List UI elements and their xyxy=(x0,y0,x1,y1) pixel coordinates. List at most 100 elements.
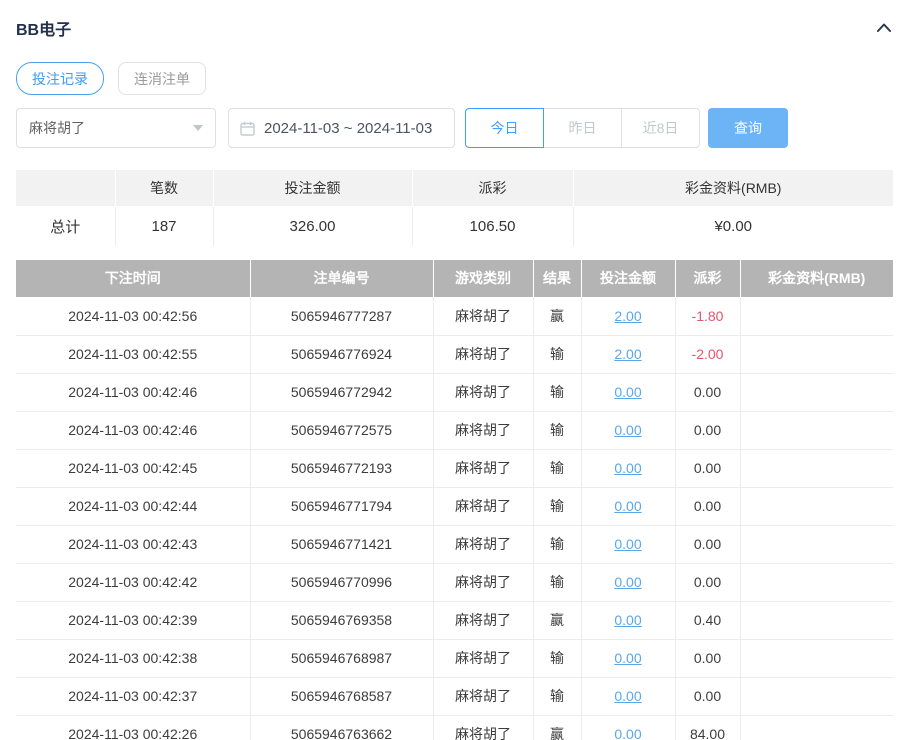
payout-cell: 0.00 xyxy=(675,563,740,601)
game-type: 麻将胡了 xyxy=(433,297,533,335)
bet-time: 2024-11-03 00:42:45 xyxy=(16,449,250,487)
jackpot-cell xyxy=(740,373,893,411)
bet-amount-link[interactable]: 0.00 xyxy=(614,650,641,666)
result: 输 xyxy=(533,449,581,487)
header-jackpot: 彩金资料(RMB) xyxy=(740,260,893,297)
result: 输 xyxy=(533,487,581,525)
bet-amount-cell: 0.00 xyxy=(581,715,675,740)
table-row: 2024-11-03 00:42:44 5065946771794 麻将胡了 输… xyxy=(16,487,893,525)
records-table: 下注时间 注单编号 游戏类别 结果 投注金额 派彩 彩金资料(RMB) 2024… xyxy=(16,260,893,740)
bet-amount-link[interactable]: 2.00 xyxy=(614,308,641,324)
bet-amount-cell: 0.00 xyxy=(581,525,675,563)
summary-total-payout: 106.50 xyxy=(412,206,573,246)
bet-amount-link[interactable]: 0.00 xyxy=(614,688,641,704)
bet-amount-link[interactable]: 0.00 xyxy=(614,536,641,552)
bet-amount-cell: 0.00 xyxy=(581,601,675,639)
payout-cell: 0.00 xyxy=(675,487,740,525)
result: 输 xyxy=(533,677,581,715)
payout-cell: -2.00 xyxy=(675,335,740,373)
panel-header: BB电子 xyxy=(16,16,893,40)
jackpot-cell xyxy=(740,525,893,563)
betting-records-panel: BB电子 投注记录 连消注单 麻将胡了 2024-11-03 ~ 2024-11… xyxy=(0,0,909,740)
table-row: 2024-11-03 00:42:56 5065946777287 麻将胡了 赢… xyxy=(16,297,893,335)
payout-cell: 0.40 xyxy=(675,601,740,639)
game-type: 麻将胡了 xyxy=(433,563,533,601)
tab-bet-records[interactable]: 投注记录 xyxy=(16,62,104,95)
record-tabs: 投注记录 连消注单 xyxy=(16,62,893,95)
payout-cell: 0.00 xyxy=(675,449,740,487)
last-8-days-button[interactable]: 近8日 xyxy=(621,108,700,148)
table-row: 2024-11-03 00:42:55 5065946776924 麻将胡了 输… xyxy=(16,335,893,373)
yesterday-button[interactable]: 昨日 xyxy=(543,108,622,148)
bet-amount-link[interactable]: 2.00 xyxy=(614,346,641,362)
bet-id: 5065946777287 xyxy=(250,297,433,335)
bet-amount-cell: 0.00 xyxy=(581,411,675,449)
bet-amount-cell: 2.00 xyxy=(581,297,675,335)
jackpot-cell xyxy=(740,563,893,601)
summary-total-bet-amount: 326.00 xyxy=(213,206,412,246)
bet-amount-link[interactable]: 0.00 xyxy=(614,460,641,476)
bet-time: 2024-11-03 00:42:42 xyxy=(16,563,250,601)
query-button[interactable]: 查询 xyxy=(708,108,788,148)
game-type: 麻将胡了 xyxy=(433,525,533,563)
summary-header-row: 笔数 投注金额 派彩 彩金资料(RMB) xyxy=(16,170,893,206)
date-range-picker[interactable]: 2024-11-03 ~ 2024-11-03 xyxy=(228,108,455,148)
date-range-value: 2024-11-03 ~ 2024-11-03 xyxy=(264,120,432,137)
jackpot-cell xyxy=(740,487,893,525)
bet-amount-cell: 0.00 xyxy=(581,449,675,487)
result: 输 xyxy=(533,373,581,411)
payout-cell: 0.00 xyxy=(675,373,740,411)
bet-id: 5065946776924 xyxy=(250,335,433,373)
bet-time: 2024-11-03 00:42:46 xyxy=(16,411,250,449)
jackpot-cell xyxy=(740,449,893,487)
result: 输 xyxy=(533,335,581,373)
bet-amount-link[interactable]: 0.00 xyxy=(614,384,641,400)
bet-amount-cell: 0.00 xyxy=(581,373,675,411)
payout-cell: 84.00 xyxy=(675,715,740,740)
game-type: 麻将胡了 xyxy=(433,715,533,740)
table-row: 2024-11-03 00:42:43 5065946771421 麻将胡了 输… xyxy=(16,525,893,563)
header-bet-amount: 投注金额 xyxy=(581,260,675,297)
bet-amount-cell: 0.00 xyxy=(581,677,675,715)
table-row: 2024-11-03 00:42:46 5065946772942 麻将胡了 输… xyxy=(16,373,893,411)
chevron-up-icon[interactable] xyxy=(875,19,893,37)
tab-cascade-bets[interactable]: 连消注单 xyxy=(118,62,206,95)
bet-time: 2024-11-03 00:42:38 xyxy=(16,639,250,677)
jackpot-cell xyxy=(740,677,893,715)
table-row: 2024-11-03 00:42:38 5065946768987 麻将胡了 输… xyxy=(16,639,893,677)
summary-total-label: 总计 xyxy=(16,206,115,246)
bet-amount-link[interactable]: 0.00 xyxy=(614,612,641,628)
bet-amount-cell: 0.00 xyxy=(581,639,675,677)
table-row: 2024-11-03 00:42:46 5065946772575 麻将胡了 输… xyxy=(16,411,893,449)
bet-time: 2024-11-03 00:42:43 xyxy=(16,525,250,563)
today-button[interactable]: 今日 xyxy=(465,108,544,148)
bet-id: 5065946771421 xyxy=(250,525,433,563)
jackpot-cell xyxy=(740,335,893,373)
result: 赢 xyxy=(533,601,581,639)
bet-amount-link[interactable]: 0.00 xyxy=(614,422,641,438)
records-header-row: 下注时间 注单编号 游戏类别 结果 投注金额 派彩 彩金资料(RMB) xyxy=(16,260,893,297)
bet-id: 5065946771794 xyxy=(250,487,433,525)
summary-header-blank xyxy=(16,170,115,206)
calendar-icon xyxy=(240,121,255,136)
quick-range-group: 今日 昨日 近8日 xyxy=(465,108,700,148)
bet-id: 5065946768987 xyxy=(250,639,433,677)
table-row: 2024-11-03 00:42:39 5065946769358 麻将胡了 赢… xyxy=(16,601,893,639)
result: 赢 xyxy=(533,715,581,740)
bet-amount-link[interactable]: 0.00 xyxy=(614,574,641,590)
summary-total-jackpot: ¥0.00 xyxy=(573,206,893,246)
jackpot-cell xyxy=(740,411,893,449)
table-row: 2024-11-03 00:42:26 5065946763662 麻将胡了 赢… xyxy=(16,715,893,740)
chevron-down-icon xyxy=(193,125,203,131)
game-select[interactable]: 麻将胡了 xyxy=(16,108,216,148)
header-bet-time: 下注时间 xyxy=(16,260,250,297)
payout-cell: -1.80 xyxy=(675,297,740,335)
bet-amount-link[interactable]: 0.00 xyxy=(614,726,641,740)
payout-cell: 0.00 xyxy=(675,411,740,449)
bet-amount-link[interactable]: 0.00 xyxy=(614,498,641,514)
jackpot-cell xyxy=(740,297,893,335)
filter-bar: 麻将胡了 2024-11-03 ~ 2024-11-03 今日 昨日 近8日 查… xyxy=(16,108,893,148)
result: 输 xyxy=(533,563,581,601)
table-row: 2024-11-03 00:42:45 5065946772193 麻将胡了 输… xyxy=(16,449,893,487)
bet-time: 2024-11-03 00:42:37 xyxy=(16,677,250,715)
